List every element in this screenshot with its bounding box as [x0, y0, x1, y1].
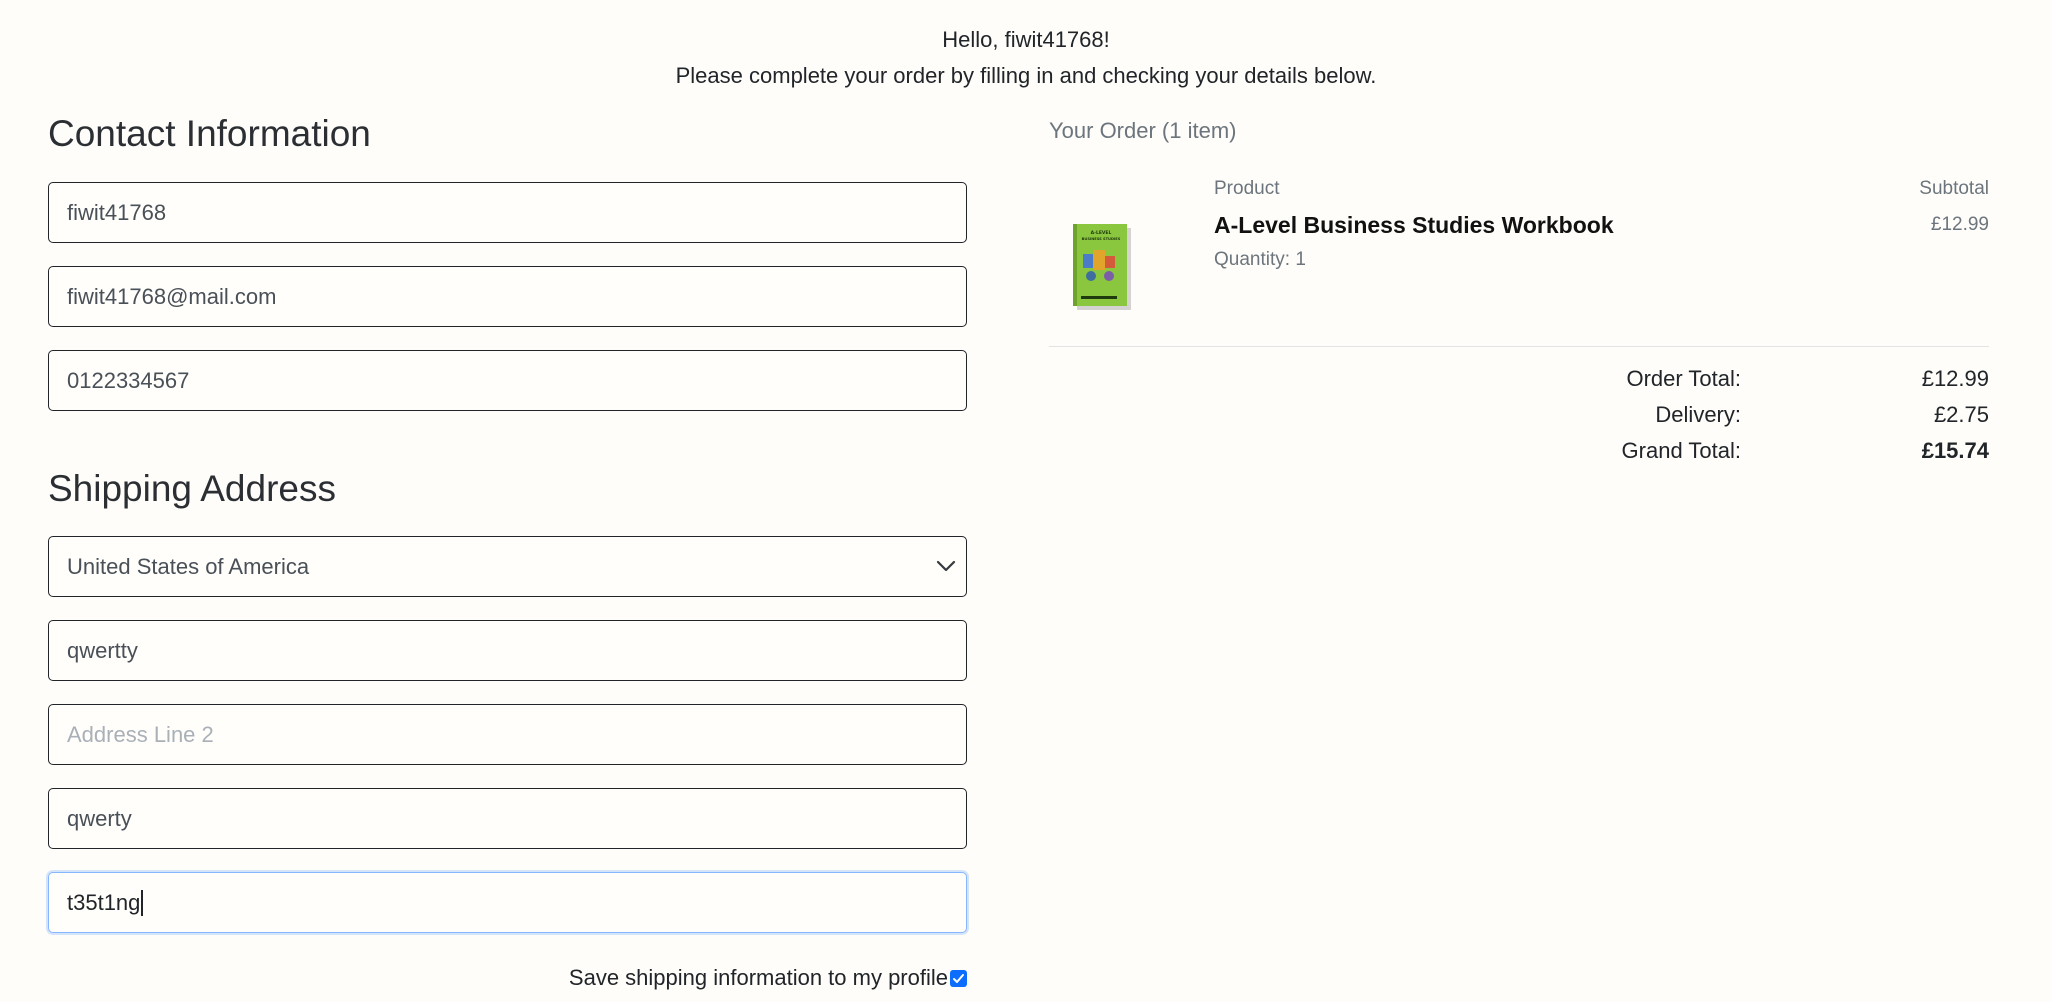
product-subtotal: £12.99 [1930, 214, 1989, 235]
shipping-section-title: Shipping Address [48, 468, 336, 509]
country-select[interactable]: United States of America [48, 536, 967, 597]
city-input-value: qwerty [67, 805, 132, 831]
save-shipping-row: Save shipping information to my profile [48, 962, 967, 994]
name-input[interactable]: fiwit41768 [48, 182, 967, 243]
address-line1-input[interactable]: qwertty [48, 620, 967, 681]
postcode-input[interactable]: t35t1ng [48, 872, 967, 933]
product-cover-image: A-LEVEL BUSINESS STUDIES [1073, 224, 1131, 310]
name-input-value: fiwit41768 [67, 199, 167, 225]
svg-text:BUSINESS STUDIES: BUSINESS STUDIES [1082, 237, 1121, 241]
product-name[interactable]: A-Level Business Studies Workbook [1214, 212, 1614, 239]
grand-total-label: Grand Total: [1621, 438, 1741, 463]
svg-text:A-LEVEL: A-LEVEL [1091, 230, 1112, 236]
order-total-value: £12.99 [1921, 366, 1989, 391]
summary-divider [1049, 346, 1989, 347]
email-input-value: fiwit41768@mail.com [67, 283, 277, 309]
greeting-text: Hello, fiwit41768! [942, 27, 1110, 52]
product-column-header: Product [1214, 178, 1280, 199]
instructions-text: Please complete your order by filling in… [675, 63, 1377, 88]
address-line2-placeholder: Address Line 2 [67, 721, 214, 747]
email-input[interactable]: fiwit41768@mail.com [48, 266, 967, 327]
checkmark-icon [953, 973, 964, 983]
address-line1-value: qwertty [67, 637, 138, 663]
order-summary-title: Your Order (1 item) [1049, 118, 1237, 143]
country-select-value: United States of America [67, 553, 310, 579]
subtotal-column-header: Subtotal [1919, 178, 1989, 199]
phone-input[interactable]: 0122334567 [48, 350, 967, 411]
chevron-down-icon [936, 560, 956, 572]
greeting-block: Hello, fiwit41768! Please complete your … [0, 22, 2052, 94]
grand-total-value: £15.74 [1921, 438, 1989, 463]
delivery-label: Delivery: [1655, 402, 1741, 427]
order-total-label: Order Total: [1626, 366, 1741, 391]
city-input[interactable]: qwerty [48, 788, 967, 849]
delivery-value: £2.75 [1933, 402, 1989, 427]
postcode-input-value: t35t1ng [67, 889, 141, 915]
address-line2-input[interactable]: Address Line 2 [48, 704, 967, 765]
contact-section-title: Contact Information [48, 113, 371, 154]
text-caret [141, 889, 144, 916]
save-shipping-label[interactable]: Save shipping information to my profile [569, 965, 948, 991]
save-shipping-checkbox[interactable] [950, 969, 967, 987]
phone-input-value: 0122334567 [67, 367, 190, 393]
product-quantity: Quantity: 1 [1214, 249, 1306, 270]
